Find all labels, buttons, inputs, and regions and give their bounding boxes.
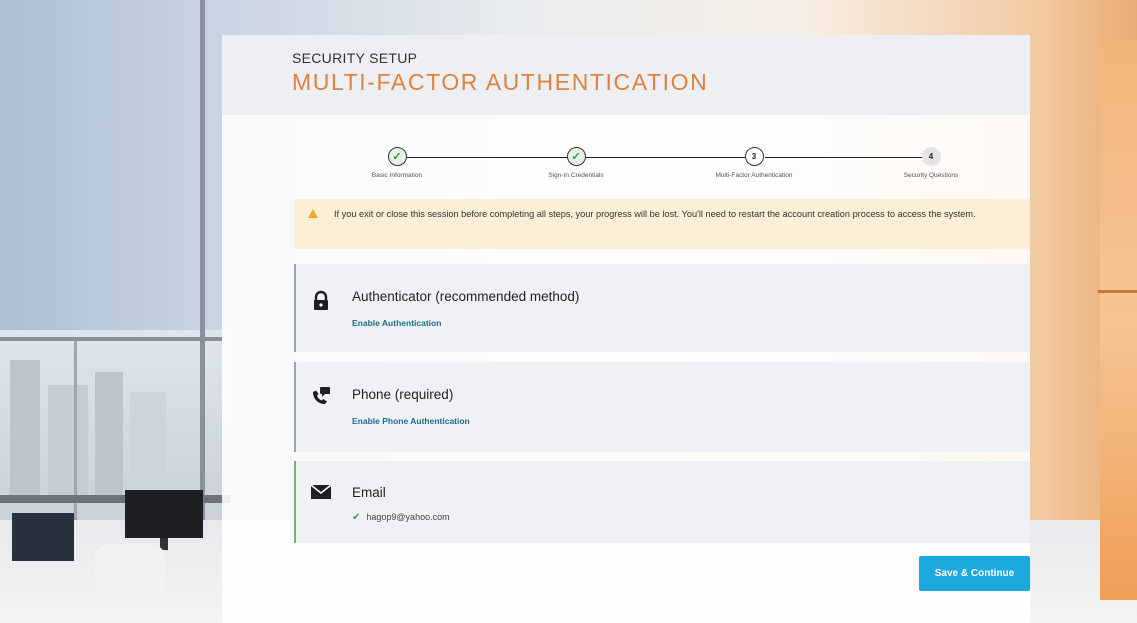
step-multi-factor-authentication: 3 Multi-Factor Authentication — [679, 147, 829, 179]
step-label: Basic Information — [371, 172, 423, 179]
step-complete-check-icon: ✓ — [387, 147, 407, 166]
step-label: Multi-Factor Authentication — [715, 172, 793, 179]
save-and-continue-button[interactable]: Save & Continue — [919, 556, 1030, 591]
enable-authentication-link[interactable]: Enable Authentication — [352, 318, 441, 328]
email-method-card: Email ✔ hagop9@yahoo.com — [294, 461, 1030, 543]
step-label: Security Questions — [903, 172, 959, 179]
warning-triangle-icon — [308, 209, 318, 218]
card-header: SECURITY SETUP MULTI-FACTOR AUTHENTICATI… — [222, 35, 1030, 115]
security-setup-card: SECURITY SETUP MULTI-FACTOR AUTHENTICATI… — [222, 35, 1030, 623]
page-title: MULTI-FACTOR AUTHENTICATION — [292, 69, 709, 95]
phone-chat-icon — [313, 387, 330, 404]
progress-stepper: ✓ Basic Information ✓ Sign-In Credential… — [222, 147, 1030, 197]
step-security-questions: 4 Security Questions — [856, 147, 1006, 179]
verified-check-icon: ✔ — [352, 512, 361, 523]
lock-icon — [314, 290, 328, 310]
method-title: Authenticator (recommended method) — [352, 289, 580, 304]
email-address: hagop9@yahoo.com — [366, 512, 450, 522]
step-complete-check-icon: ✓ — [566, 147, 586, 166]
step-basic-information: ✓ Basic Information — [322, 147, 472, 179]
authenticator-method-card: Authenticator (recommended method) Enabl… — [294, 264, 1030, 352]
phone-method-card: Phone (required) Enable Phone Authentica… — [294, 362, 1030, 452]
envelope-icon — [310, 484, 332, 499]
email-value: ✔ hagop9@yahoo.com — [352, 512, 450, 523]
enable-phone-authentication-link[interactable]: Enable Phone Authentication — [352, 416, 470, 426]
warning-text: If you exit or close this session before… — [334, 209, 976, 219]
step-number: 4 — [921, 147, 941, 166]
step-label: Sign-In Credentials — [548, 172, 604, 179]
step-number: 3 — [744, 147, 764, 166]
section-eyebrow: SECURITY SETUP — [292, 50, 418, 66]
session-warning-banner: If you exit or close this session before… — [294, 199, 1030, 249]
method-title: Email — [352, 485, 386, 500]
method-title: Phone (required) — [352, 387, 454, 402]
step-sign-in-credentials: ✓ Sign-In Credentials — [501, 147, 651, 179]
